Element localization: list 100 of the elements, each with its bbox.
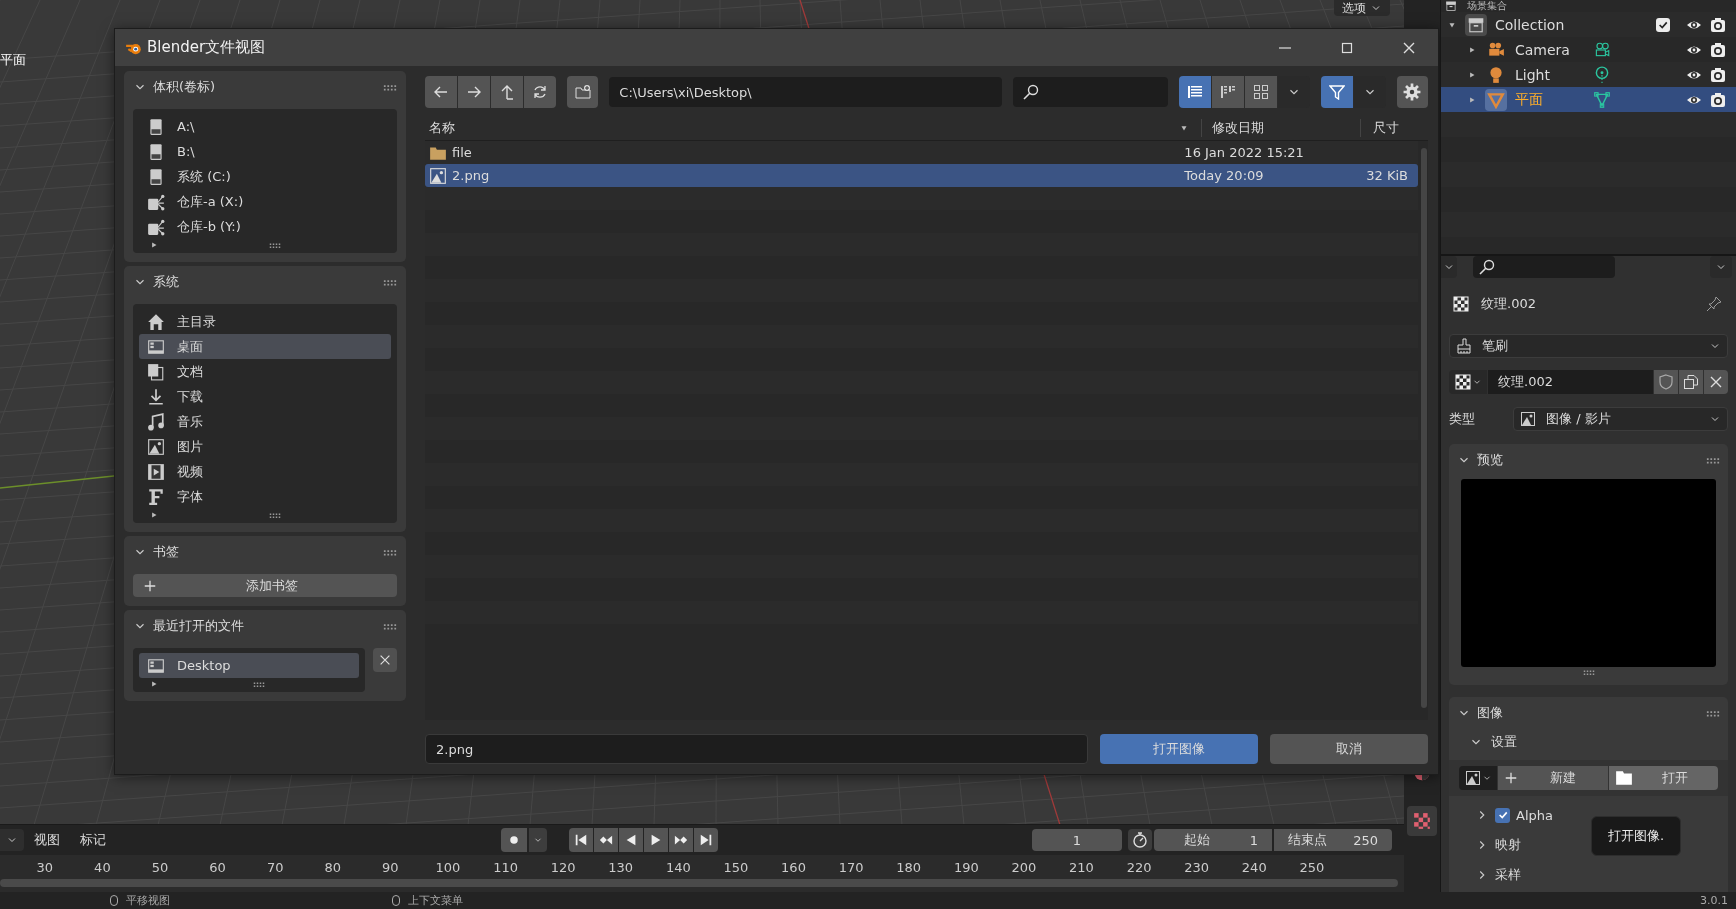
subpanel-title[interactable]: 设置 [1491,733,1517,751]
frame-number: 220 [1125,859,1153,875]
panel-title[interactable]: 最近打开的文件 [153,617,244,635]
outliner-row[interactable]: 平面 [1441,87,1736,112]
sidebar-item[interactable]: 系统 (C:) [139,164,391,189]
refresh-button[interactable] [524,76,556,108]
outliner-row[interactable]: Camera [1441,37,1736,62]
record-icon [508,834,520,846]
subpanel-title[interactable]: 采样 [1495,866,1521,884]
forward-button[interactable] [458,76,490,108]
sidebar-item[interactable]: 下载 [139,384,391,409]
back-button[interactable] [425,76,457,108]
image-browse-button[interactable] [1459,766,1497,790]
sidebar-item[interactable]: 文档 [139,359,391,384]
end-frame-field[interactable]: 结束点 250 [1274,829,1392,851]
camera-render-icon[interactable] [1710,91,1726,108]
stopwatch-icon [1132,832,1148,848]
checker-icon [1413,812,1431,830]
scrollbar[interactable] [0,879,1398,887]
editor-type-dropdown[interactable] [1441,256,1457,278]
sidebar-item[interactable]: B:\ [139,139,391,164]
texture-name-field[interactable]: 纹理.002 [1488,370,1653,394]
alpha-checkbox[interactable] [1495,807,1510,823]
scrollbar[interactable] [1421,148,1427,708]
record-button[interactable] [501,828,527,852]
exclude-checkbox[interactable] [1656,17,1670,32]
play-button[interactable] [644,828,668,852]
frame-number: 210 [1068,859,1095,875]
settings-button[interactable] [1396,76,1428,108]
options-dropdown[interactable]: 选项 [1334,0,1390,16]
frame-number: 240 [1240,859,1268,875]
expand-icon[interactable] [149,510,159,520]
pin-icon[interactable] [1706,296,1722,312]
new-image-button[interactable]: 新建 [1498,766,1608,790]
panel-title[interactable]: 体积(卷标) [153,78,216,96]
fake-user-button[interactable] [1654,370,1678,394]
frame-number: 160 [780,859,807,875]
filter-toggle[interactable] [1320,76,1353,108]
panel-title[interactable]: 书签 [153,543,179,561]
sidebar-item[interactable]: 桌面 [139,334,391,359]
jump-start-button[interactable] [569,828,593,852]
frame-number: 100 [434,859,462,875]
view-mode-button[interactable] [1244,76,1277,108]
camera-render-icon[interactable] [1710,41,1726,58]
thumbnails-icon [1252,84,1269,100]
file-row[interactable]: 2.png Today 20:09 32 KiB [425,164,1418,187]
path-field[interactable]: C:\Users\xi\Desktop\ [609,77,1002,107]
next-keyframe-button[interactable] [669,828,693,852]
sidebar-item[interactable]: 仓库-b (Y:) [139,214,391,239]
type-dropdown[interactable]: 图像 / 影片 [1513,407,1728,431]
open-image-button[interactable]: 打开 [1608,766,1718,790]
expand-icon[interactable] [149,240,159,250]
texture-browse-button[interactable] [1449,370,1487,394]
sidebar-item[interactable]: 图片 [139,434,391,459]
new-folder-button[interactable] [567,76,599,108]
preview-range-button[interactable] [1128,829,1152,851]
search-field[interactable] [1473,256,1615,278]
texture-tab[interactable] [1407,806,1437,836]
font-icon [147,487,165,506]
duplicate-button[interactable] [1679,370,1703,394]
cancel-button[interactable]: 取消 [1270,734,1428,764]
open-image-button[interactable]: 打开图像 [1100,734,1259,764]
context-dropdown[interactable]: 笔刷 [1449,334,1728,358]
frame-number: 230 [1183,859,1211,875]
start-frame-field[interactable]: 起始 1 [1154,829,1272,851]
column-header[interactable]: 尺寸 [1361,119,1399,137]
current-frame-field[interactable]: 1 [1032,829,1122,851]
jump-end-button[interactable] [694,828,718,852]
menu-item[interactable]: 标记 [70,831,116,849]
sidebar-item[interactable]: Desktop [139,653,359,678]
previous-keyframe-button[interactable] [594,828,618,852]
panel-title[interactable]: 图像 [1477,703,1503,722]
previous-keyframe-icon [599,833,613,847]
play-reverse-button[interactable] [619,828,643,852]
filename-field[interactable]: 2.png [425,734,1089,764]
view-mode-button[interactable] [1178,76,1211,108]
frame-number: 90 [381,859,400,875]
frame-number: 180 [895,859,923,875]
add-bookmark-button[interactable]: 添加书签 [133,574,397,597]
parent-directory-button[interactable] [491,76,523,108]
search-field[interactable] [1012,77,1168,107]
camera-render-icon[interactable] [1710,16,1726,33]
sidebar-item[interactable]: A:\ [139,114,391,139]
sidebar-item[interactable]: 视频 [139,459,391,484]
column-header[interactable]: 名称 [429,119,455,137]
image-file-icon [429,166,447,185]
camera-render-icon[interactable] [1710,66,1726,83]
sidebar-item[interactable]: 字体 [139,484,391,509]
column-header[interactable]: 修改日期 [1202,119,1361,137]
sidebar-item[interactable]: 仓库-a (X:) [139,189,391,214]
clear-button[interactable] [373,648,397,672]
camera-data-icon [1593,40,1611,59]
panel-title[interactable]: 系统 [153,273,179,291]
sidebar-item[interactable]: 音乐 [139,409,391,434]
panel-title[interactable]: 预览 [1477,450,1503,469]
view-mode-button[interactable] [1211,76,1244,108]
unlink-button[interactable] [1704,370,1728,394]
sidebar-item[interactable]: 主目录 [139,309,391,334]
menu-item[interactable]: 视图 [24,831,70,849]
subpanel-title[interactable]: 映射 [1495,836,1521,854]
